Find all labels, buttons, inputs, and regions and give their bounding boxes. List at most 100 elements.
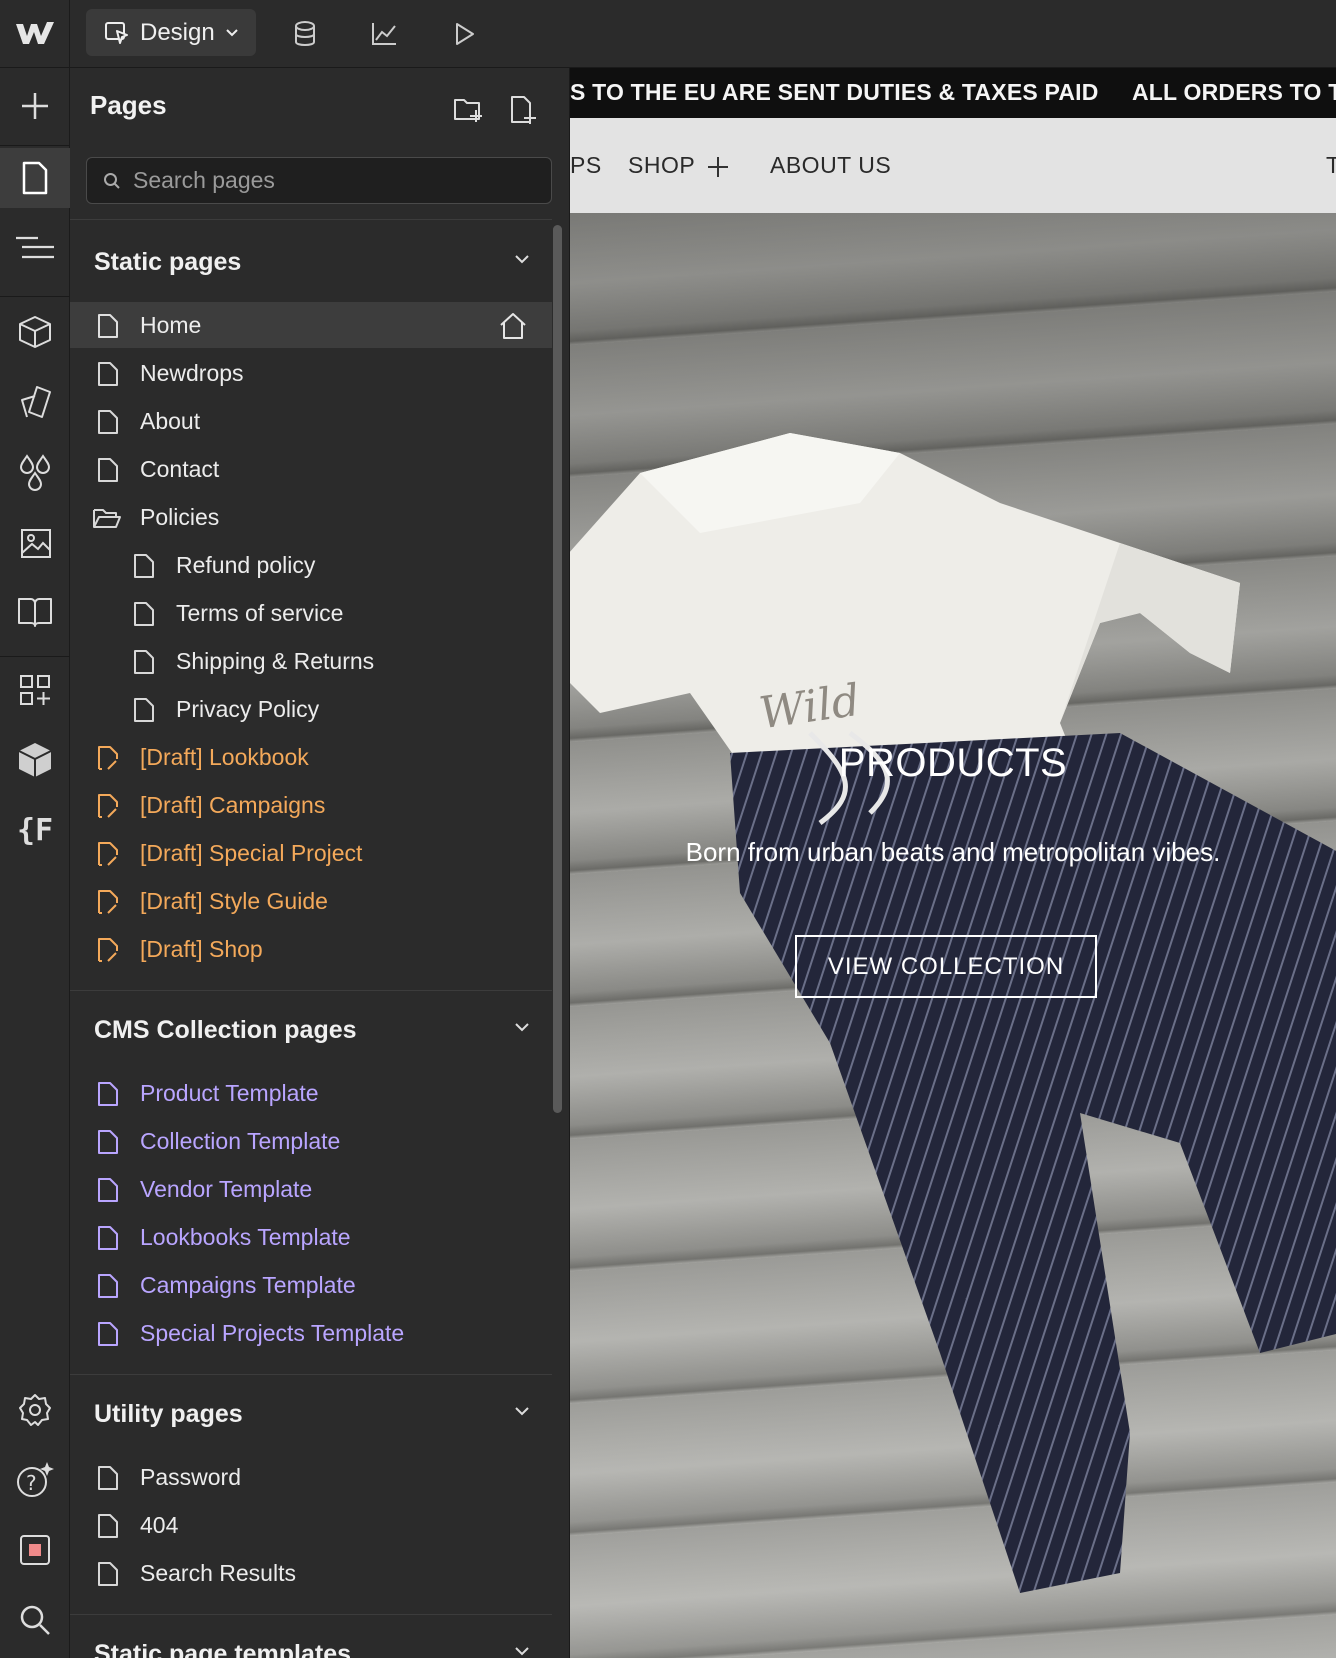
- hero-section: Wild PRODUCTS Born from urban beats and …: [570, 213, 1336, 1658]
- webflow-logo-icon[interactable]: [14, 18, 56, 48]
- section-static-page-templates[interactable]: Static page templates: [70, 1624, 552, 1658]
- assets-icon[interactable]: [0, 512, 70, 572]
- apps-icon[interactable]: [0, 660, 70, 720]
- page-item-terms-of-service[interactable]: Terms of service: [70, 590, 552, 636]
- navigator-icon[interactable]: [0, 218, 70, 278]
- folder-open-icon: [93, 509, 121, 528]
- add-folder-icon[interactable]: [452, 94, 484, 126]
- announcement-text: ALL ORDERS TO T: [1132, 79, 1336, 105]
- draft-page-icon: [98, 890, 118, 914]
- nav-link-about[interactable]: ABOUT US: [770, 152, 891, 179]
- play-icon[interactable]: [444, 14, 484, 54]
- formulas-label: {F: [16, 812, 54, 848]
- draft-page-icon: [98, 842, 118, 866]
- stop-icon[interactable]: [0, 1520, 70, 1580]
- page-icon: [134, 650, 154, 674]
- panel-divider: [70, 990, 552, 991]
- analytics-icon[interactable]: [364, 14, 404, 54]
- page-label: [Draft] Shop: [140, 936, 263, 962]
- page-icon: [98, 1466, 118, 1490]
- settings-icon[interactable]: [0, 1380, 70, 1440]
- home-icon[interactable]: [498, 312, 528, 340]
- page-label: [Draft] Special Project: [140, 840, 363, 866]
- cms-item-collection-template[interactable]: Collection Template: [70, 1118, 552, 1164]
- chevron-down-icon: [515, 1407, 529, 1416]
- page-label: Terms of service: [176, 600, 344, 626]
- announcement-text: S TO THE EU ARE SENT DUTIES & TAXES PAID: [570, 79, 1099, 105]
- search-icon[interactable]: [0, 1590, 70, 1650]
- help-icon[interactable]: ?: [0, 1450, 70, 1510]
- page-label: [Draft] Lookbook: [140, 744, 309, 770]
- formulas-icon[interactable]: {F: [0, 800, 70, 860]
- page-label: About: [140, 408, 201, 434]
- cms-page-icon: [98, 1226, 118, 1250]
- panel-scrollbar[interactable]: [553, 225, 562, 1113]
- panel-divider: [70, 1614, 552, 1615]
- page-item-about[interactable]: About: [70, 398, 552, 444]
- add-page-icon[interactable]: [508, 94, 540, 126]
- styles-icon[interactable]: [0, 372, 70, 432]
- cms-item-special-projects-template[interactable]: Special Projects Template: [70, 1310, 552, 1356]
- page-item-home[interactable]: Home: [70, 302, 552, 348]
- page-item-draft-lookbook[interactable]: [Draft] Lookbook: [70, 734, 552, 780]
- database-icon[interactable]: [285, 14, 325, 54]
- cms-item-vendor-template[interactable]: Vendor Template: [70, 1166, 552, 1212]
- page-label: Refund policy: [176, 552, 316, 578]
- search-pages-field[interactable]: [86, 157, 552, 204]
- page-label: Shipping & Returns: [176, 648, 375, 674]
- components-icon[interactable]: [0, 302, 70, 362]
- page-item-shipping-returns[interactable]: Shipping & Returns: [70, 638, 552, 684]
- pages-panel: Pages Static pages Home Newdrops About C…: [70, 68, 570, 1658]
- variables-icon[interactable]: [0, 442, 70, 502]
- page-label: Product Template: [140, 1080, 319, 1106]
- utility-item-search-results[interactable]: Search Results: [70, 1550, 552, 1596]
- cube-icon[interactable]: [0, 730, 70, 790]
- book-icon[interactable]: [0, 582, 70, 642]
- cms-item-campaigns-template[interactable]: Campaigns Template: [70, 1262, 552, 1308]
- page-icon: [98, 458, 118, 482]
- page-icon: [134, 698, 154, 722]
- page-item-draft-campaigns[interactable]: [Draft] Campaigns: [70, 782, 552, 828]
- section-label: Static pages: [94, 247, 242, 276]
- search-pages-input[interactable]: [133, 167, 533, 194]
- section-static-pages[interactable]: Static pages: [70, 232, 552, 292]
- page-label: [Draft] Style Guide: [140, 888, 328, 914]
- page-icon: [98, 410, 118, 434]
- section-utility-pages[interactable]: Utility pages: [70, 1384, 552, 1444]
- design-mode-button[interactable]: Design: [86, 9, 256, 56]
- chevron-down-icon: [515, 255, 529, 264]
- nav-link-shop[interactable]: SHOP: [628, 152, 695, 179]
- page-label: Lookbooks Template: [140, 1224, 351, 1250]
- nav-link[interactable]: PS: [570, 152, 602, 179]
- page-item-contact[interactable]: Contact: [70, 446, 552, 492]
- plus-icon[interactable]: [706, 155, 730, 179]
- cms-item-lookbooks-template[interactable]: Lookbooks Template: [70, 1214, 552, 1260]
- page-label: Privacy Policy: [176, 696, 320, 722]
- utility-item-password[interactable]: Password: [70, 1454, 552, 1500]
- chevron-down-icon: [515, 1647, 529, 1656]
- nav-link[interactable]: T: [1326, 152, 1336, 179]
- cms-item-product-template[interactable]: Product Template: [70, 1070, 552, 1116]
- page-item-refund-policy[interactable]: Refund policy: [70, 542, 552, 588]
- topbar-divider: [69, 0, 70, 68]
- section-cms-collection-pages[interactable]: CMS Collection pages: [70, 1000, 552, 1060]
- page-item-draft-shop[interactable]: [Draft] Shop: [70, 926, 552, 972]
- page-icon[interactable]: [0, 148, 70, 208]
- folder-item-policies[interactable]: Policies: [70, 494, 552, 540]
- cms-page-icon: [98, 1274, 118, 1298]
- draft-page-icon: [98, 746, 118, 770]
- section-label: CMS Collection pages: [94, 1015, 357, 1044]
- view-collection-button[interactable]: VIEW COLLECTION: [795, 935, 1097, 998]
- plus-icon[interactable]: [0, 76, 70, 136]
- chevron-down-icon: [515, 1023, 529, 1032]
- page-item-draft-special-project[interactable]: [Draft] Special Project: [70, 830, 552, 876]
- design-canvas[interactable]: S TO THE EU ARE SENT DUTIES & TAXES PAID…: [570, 68, 1336, 1658]
- utility-item-404[interactable]: 404: [70, 1502, 552, 1548]
- page-label: Special Projects Template: [140, 1320, 405, 1346]
- page-item-draft-style-guide[interactable]: [Draft] Style Guide: [70, 878, 552, 924]
- cms-page-icon: [98, 1178, 118, 1202]
- cms-page-icon: [98, 1082, 118, 1106]
- cms-page-icon: [98, 1130, 118, 1154]
- page-item-privacy-policy[interactable]: Privacy Policy: [70, 686, 552, 732]
- page-item-newdrops[interactable]: Newdrops: [70, 350, 552, 396]
